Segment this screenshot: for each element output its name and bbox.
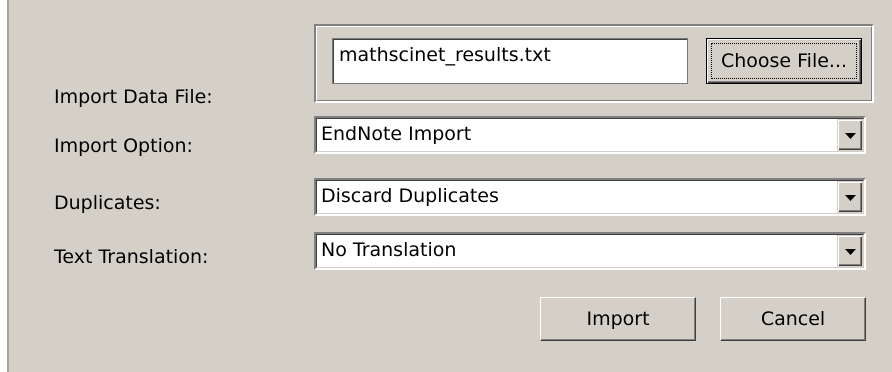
window-edge	[0, 0, 7, 372]
import-option-dropdown-button[interactable]	[837, 119, 863, 151]
chevron-down-icon	[845, 249, 856, 255]
duplicates-dropdown-button[interactable]	[837, 181, 863, 213]
chevron-down-icon	[845, 195, 856, 201]
import-data-file-label: Import Data File:	[54, 86, 213, 108]
import-dialog: Import Data File: mathscinet_results.txt…	[0, 0, 892, 372]
choose-file-button[interactable]: Choose File...	[706, 38, 862, 84]
text-translation-value: No Translation	[321, 239, 457, 261]
text-translation-select[interactable]: No Translation	[314, 232, 866, 270]
text-translation-dropdown-button[interactable]	[837, 235, 863, 267]
window-edge-divider	[7, 0, 9, 372]
cancel-button[interactable]: Cancel	[720, 297, 866, 341]
import-option-select[interactable]: EndNote Import	[314, 116, 866, 154]
import-file-path-field[interactable]: mathscinet_results.txt	[332, 38, 688, 84]
focus-ring	[711, 43, 857, 79]
import-option-label: Import Option:	[54, 135, 193, 157]
duplicates-label: Duplicates:	[54, 192, 161, 214]
chevron-down-icon	[845, 133, 856, 139]
duplicates-select[interactable]: Discard Duplicates	[314, 178, 866, 216]
duplicates-value: Discard Duplicates	[321, 185, 499, 207]
import-button[interactable]: Import	[540, 297, 696, 341]
text-translation-label: Text Translation:	[54, 246, 209, 268]
import-option-value: EndNote Import	[321, 123, 472, 145]
